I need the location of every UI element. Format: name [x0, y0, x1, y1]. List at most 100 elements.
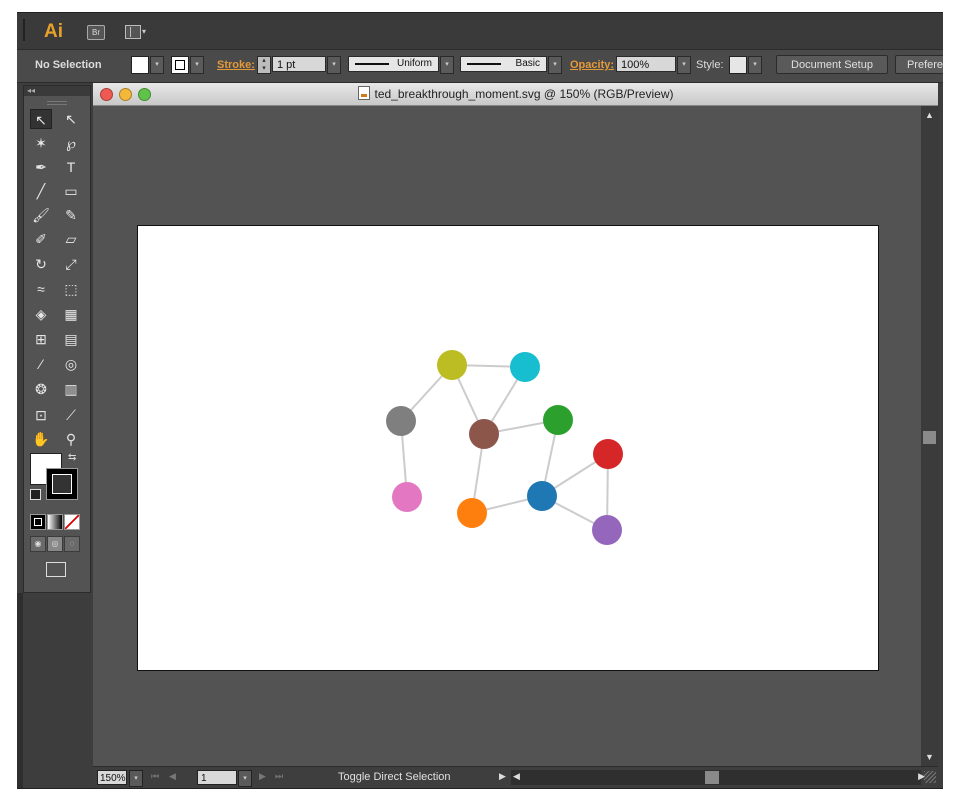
- artboard-tool[interactable]: ⊡: [30, 405, 52, 425]
- scroll-down-icon[interactable]: ▼: [925, 752, 934, 762]
- stroke-weight-dropdown-icon[interactable]: ▾: [327, 56, 341, 74]
- blob-brush-tool[interactable]: ✐: [30, 229, 52, 249]
- vertical-scroll-thumb[interactable]: [923, 431, 936, 444]
- stroke-swatch[interactable]: [46, 468, 78, 500]
- network-graph[interactable]: [138, 226, 878, 670]
- free-transform-tool[interactable]: ⬚: [60, 279, 82, 299]
- stroke-panel-link[interactable]: Stroke:: [217, 57, 255, 74]
- profile-dropdown-icon[interactable]: ▾: [440, 56, 454, 74]
- resize-grip-icon[interactable]: [924, 771, 936, 783]
- next-artboard-icon[interactable]: ▶: [259, 771, 266, 782]
- selection-status: No Selection: [35, 59, 102, 71]
- blend-tool[interactable]: ◎: [60, 354, 82, 374]
- opacity-panel-link[interactable]: Opacity:: [570, 57, 614, 74]
- draw-normal-icon[interactable]: ◉: [30, 536, 46, 552]
- artboard-dropdown-icon[interactable]: ▾: [238, 770, 252, 787]
- stroke-weight-field[interactable]: 1 pt: [272, 56, 326, 72]
- default-fill-stroke-icon[interactable]: [30, 489, 41, 500]
- scale-tool[interactable]: ⤢: [60, 254, 82, 274]
- eraser-tool[interactable]: ▱: [60, 229, 82, 249]
- graph-node-cyan[interactable]: [510, 352, 540, 382]
- pencil-tool[interactable]: ✎: [60, 205, 82, 225]
- lasso-tool[interactable]: ℘: [60, 133, 82, 153]
- hand-tool[interactable]: ✋: [30, 429, 52, 449]
- stroke-color-swatch[interactable]: [171, 56, 189, 74]
- graph-node-purple[interactable]: [592, 515, 622, 545]
- scroll-up-icon[interactable]: ▲: [925, 110, 934, 120]
- slice-tool[interactable]: ⟋: [60, 405, 82, 425]
- chevron-down-icon[interactable]: ▾: [142, 27, 146, 36]
- stroke-weight-stepper[interactable]: ▴ ▾: [257, 56, 271, 74]
- preferences-button[interactable]: Prefere: [895, 55, 943, 74]
- last-artboard-icon[interactable]: ⏭: [275, 771, 283, 782]
- brush-line-preview: [467, 63, 501, 65]
- opacity-dropdown-icon[interactable]: ▾: [677, 56, 691, 74]
- graph-node-gray[interactable]: [386, 406, 416, 436]
- graph-node-olive[interactable]: [437, 350, 467, 380]
- brush-definition-select[interactable]: Basic: [460, 56, 547, 72]
- vertical-scrollbar[interactable]: ▲ ▼: [921, 106, 938, 766]
- application-bar: Ai Br ▾: [17, 13, 943, 49]
- pen-tool[interactable]: ✒: [30, 157, 52, 177]
- shape-builder-tool[interactable]: ◈: [30, 304, 52, 324]
- zoom-tool[interactable]: ⚲: [60, 429, 82, 449]
- none-mode-icon[interactable]: [64, 514, 80, 530]
- draw-inside-icon[interactable]: ◌: [64, 536, 80, 552]
- canvas-area[interactable]: [93, 106, 921, 766]
- divider: [23, 19, 25, 41]
- variable-width-profile-select[interactable]: Uniform: [348, 56, 439, 72]
- gradient-mode-icon[interactable]: [47, 514, 63, 530]
- graph-node-orange[interactable]: [457, 498, 487, 528]
- opacity-field[interactable]: 100%: [616, 56, 676, 72]
- zoom-level-field[interactable]: 150%: [97, 770, 127, 785]
- fill-color-swatch[interactable]: [131, 56, 149, 74]
- column-graph-tool[interactable]: ▥: [60, 379, 82, 399]
- stroke-dropdown-icon[interactable]: ▾: [190, 56, 204, 74]
- graph-node-green[interactable]: [543, 405, 573, 435]
- graph-node-pink[interactable]: [392, 482, 422, 512]
- magic-wand-tool[interactable]: ✶: [30, 133, 52, 153]
- style-label: Style:: [696, 59, 724, 71]
- mesh-tool[interactable]: ⊞: [30, 329, 52, 349]
- artboard[interactable]: [137, 225, 879, 671]
- draw-behind-icon[interactable]: ◎: [47, 536, 63, 552]
- type-tool[interactable]: T: [60, 157, 82, 177]
- rectangle-tool[interactable]: ▭: [60, 181, 82, 201]
- brush-definition-label: Basic: [515, 58, 540, 69]
- horizontal-scrollbar[interactable]: ◀ ▶: [511, 770, 925, 785]
- color-mode-icon[interactable]: [30, 514, 46, 530]
- swap-fill-stroke-icon[interactable]: ⇆: [68, 452, 76, 463]
- symbol-sprayer-tool[interactable]: ❂: [30, 379, 52, 399]
- graph-nodes: [386, 350, 623, 545]
- paintbrush-tool[interactable]: 🖌: [30, 205, 52, 225]
- document-title-bar[interactable]: ted_breakthrough_moment.svg @ 150% (RGB/…: [93, 83, 938, 106]
- selection-tool[interactable]: ↖: [30, 109, 52, 129]
- eyedropper-tool[interactable]: ⁄: [30, 354, 52, 374]
- style-dropdown-icon[interactable]: ▾: [748, 56, 762, 74]
- graph-node-blue[interactable]: [527, 481, 557, 511]
- brush-dropdown-icon[interactable]: ▾: [548, 56, 562, 74]
- panel-grip[interactable]: [47, 101, 67, 105]
- status-menu-icon[interactable]: ▶: [499, 771, 506, 782]
- screen-mode-icon[interactable]: [46, 562, 66, 577]
- arrange-documents-icon[interactable]: [125, 25, 141, 39]
- gradient-tool[interactable]: ▤: [60, 329, 82, 349]
- zoom-dropdown-icon[interactable]: ▾: [129, 770, 143, 787]
- scroll-left-icon[interactable]: ◀: [513, 771, 520, 782]
- graph-node-red[interactable]: [593, 439, 623, 469]
- perspective-grid-tool[interactable]: ▦: [60, 304, 82, 324]
- tools-panel-header[interactable]: ◂◂: [24, 86, 90, 96]
- go-to-bridge-button[interactable]: Br: [87, 25, 105, 40]
- direct-selection-tool[interactable]: ↖: [60, 109, 82, 129]
- document-setup-button[interactable]: Document Setup: [776, 55, 888, 74]
- graphic-style-swatch[interactable]: [729, 56, 747, 74]
- rotate-tool[interactable]: ↻: [30, 254, 52, 274]
- artboard-number-field[interactable]: 1: [197, 770, 237, 785]
- horizontal-scroll-thumb[interactable]: [705, 771, 719, 784]
- line-segment-tool[interactable]: ╱: [30, 181, 52, 201]
- first-artboard-icon[interactable]: ⏮: [151, 771, 159, 782]
- width-tool[interactable]: ≈: [30, 279, 52, 299]
- graph-node-brown[interactable]: [469, 419, 499, 449]
- previous-artboard-icon[interactable]: ◀: [169, 771, 176, 782]
- fill-dropdown-icon[interactable]: ▾: [150, 56, 164, 74]
